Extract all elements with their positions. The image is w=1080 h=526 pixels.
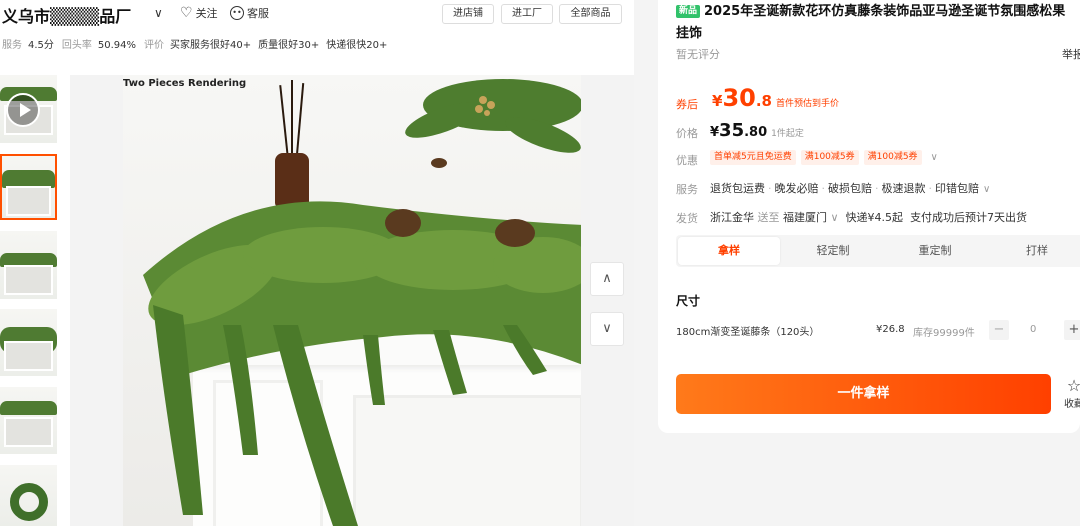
service-label: 服务 — [676, 183, 698, 196]
ship-to: 福建厦门 — [783, 211, 827, 224]
service-item: 破损包赔 — [828, 182, 872, 195]
ship-eta: 支付成功后预计7天出货 — [910, 211, 1028, 224]
ship-label: 发货 — [676, 212, 698, 225]
currency-symbol: ¥ — [712, 92, 723, 110]
coupon-price-label: 券后 — [676, 98, 698, 111]
review-tag[interactable]: 快递很快20+ — [326, 40, 387, 51]
chevron-down-icon: ∨ — [830, 211, 839, 224]
thumbnail[interactable] — [0, 465, 57, 526]
sku-name: 180cm渐变圣诞藤条（120头） — [676, 327, 820, 338]
price-integer: 30 — [722, 84, 756, 112]
main-product-image[interactable]: Two Pieces Rendering — [70, 75, 634, 526]
thumbnail[interactable] — [0, 309, 57, 376]
tab-heavy-custom[interactable]: 重定制 — [884, 235, 986, 267]
buy-sample-button[interactable]: 一件拿样 — [676, 374, 1051, 414]
favorite-label: 收藏 — [1064, 399, 1080, 410]
product-photo: Two Pieces Rendering — [123, 75, 581, 526]
promo-tag[interactable]: 首单减5元且免运费 — [710, 150, 796, 165]
price-note: 首件预估到手价 — [775, 99, 839, 109]
sku-stock: 库存99999件 — [913, 328, 975, 339]
chevron-up-icon[interactable]: ∧ — [590, 262, 624, 296]
favorite-button[interactable]: ☆ 收藏 — [1061, 376, 1080, 411]
service-item: 印错包赔 — [935, 182, 979, 195]
new-badge: 新品 — [676, 5, 701, 18]
review-tag[interactable]: 质量很好30+ — [258, 40, 319, 51]
service-label: 客服 — [247, 7, 269, 20]
stat-review-label: 评价 — [144, 40, 165, 51]
product-info-panel: 新品 2025年圣诞新款花环仿真藤条装饰品亚马逊圣诞节氛围感松果 挂饰 暂无评分 … — [658, 0, 1080, 433]
chevron-down-icon[interactable]: ∨ — [154, 6, 163, 20]
star-icon: ☆ — [1066, 376, 1080, 395]
shop-name[interactable]: 义乌市▒▒▒▒品厂 — [2, 3, 131, 27]
qty-input[interactable]: 0 — [1030, 324, 1036, 335]
service-list[interactable]: 退货包运费 · 晚发必赔 · 破损包赔 · 极速退款 · 印错包赔 ∨ — [710, 180, 990, 196]
thumbnail-video[interactable] — [0, 75, 57, 143]
coupon-price: ¥30.8 首件预估到手价 — [712, 84, 839, 112]
follow-label: 关注 — [195, 7, 218, 20]
sku-price: ¥26.8 — [876, 324, 905, 335]
service-item: 晚发必赔 — [774, 182, 819, 195]
tab-light-custom[interactable]: 轻定制 — [782, 235, 884, 267]
shipping-info: 浙江金华 送至 福建厦门 ∨ 快递¥4.5起 支付成功后预计7天出货 — [710, 209, 1027, 225]
tab-sample[interactable]: 拿样 — [678, 237, 780, 265]
order-type-tabs: 拿样 轻定制 重定制 打样 — [676, 235, 1080, 267]
price-label: 价格 — [676, 127, 698, 140]
review-tag[interactable]: 买家服务很好40+ — [170, 40, 251, 51]
tab-proofing[interactable]: 打样 — [986, 235, 1080, 267]
shop-stats: 服务 4.5分 回头率 50.94% 评价 买家服务很好40+ 质量很好30+ 快递很快20+ — [2, 36, 394, 51]
ship-to-select[interactable]: 福建厦门 ∨ — [783, 211, 839, 224]
thumbnail-selected[interactable] — [0, 154, 57, 220]
chevron-down-icon[interactable]: ∨ — [983, 184, 990, 195]
page-root: 义乌市▒▒▒▒品厂 ∨ ♡ 关注 •• 客服 进店铺 进工厂 全部商品 服务 4.… — [0, 0, 1080, 526]
gallery-panel: 义乌市▒▒▒▒品厂 ∨ ♡ 关注 •• 客服 进店铺 进工厂 全部商品 服务 4.… — [0, 0, 634, 526]
size-title: 尺寸 — [676, 294, 701, 308]
qty-plus-button[interactable]: + — [1064, 320, 1080, 340]
price-integer: 35 — [719, 120, 745, 141]
customer-service-button[interactable]: •• 客服 — [230, 5, 269, 21]
thumbnail[interactable] — [0, 387, 57, 454]
promo-tag[interactable]: 满100减5券 — [800, 150, 859, 165]
heart-plus-icon: ♡ — [180, 5, 193, 21]
product-title-line1: 2025年圣诞新款花环仿真藤条装饰品亚马逊圣诞节氛围感松果 — [704, 4, 1066, 19]
stat-repurchase-label: 回头率 — [61, 40, 92, 51]
promo-tag[interactable]: 满100减5券 — [863, 150, 922, 165]
ship-fee: 快递¥4.5起 — [845, 211, 904, 224]
enter-shop-button[interactable]: 进店铺 — [442, 4, 494, 24]
all-products-button[interactable]: 全部商品 — [559, 4, 622, 24]
currency-symbol: ¥ — [710, 125, 720, 140]
stat-service-value: 4.5分 — [28, 40, 54, 51]
stat-service-label: 服务 — [2, 40, 22, 51]
promo-label: 优惠 — [676, 154, 698, 167]
product-title-line2: 挂饰 — [676, 26, 703, 41]
chevron-down-icon[interactable]: ∨ — [590, 312, 624, 346]
thumbnail[interactable] — [0, 231, 57, 299]
play-icon[interactable] — [6, 93, 40, 127]
follow-button[interactable]: ♡ 关注 — [180, 5, 218, 21]
min-order: 1件起定 — [771, 129, 804, 139]
service-item: 退货包运费 — [710, 182, 765, 195]
enter-factory-button[interactable]: 进工厂 — [501, 4, 553, 24]
chevron-down-icon[interactable]: ∨ — [931, 152, 938, 163]
ship-to-word: 送至 — [757, 211, 780, 224]
ship-from: 浙江金华 — [710, 211, 754, 224]
rating-text: 暂无评分 — [676, 48, 720, 61]
promo-list: 首单减5元且免运费 满100减5券 满100减5券 ∨ — [710, 150, 938, 165]
unit-price: ¥35.80 1件起定 — [710, 120, 804, 141]
qty-minus-button[interactable]: − — [989, 320, 1009, 340]
product-title: 新品 2025年圣诞新款花环仿真藤条装饰品亚马逊圣诞节氛围感松果 — [676, 2, 1080, 22]
shop-header: 义乌市▒▒▒▒品厂 ∨ ♡ 关注 •• 客服 进店铺 进工厂 全部商品 — [0, 0, 634, 28]
price-decimal: .8 — [755, 92, 772, 110]
stat-repurchase-value: 50.94% — [97, 40, 137, 51]
report-link[interactable]: 举报 — [1062, 46, 1080, 62]
chat-face-icon: •• — [230, 6, 244, 20]
price-decimal: .80 — [744, 125, 768, 140]
service-item: 极速退款 — [881, 182, 926, 195]
garland-illustration — [143, 79, 581, 526]
